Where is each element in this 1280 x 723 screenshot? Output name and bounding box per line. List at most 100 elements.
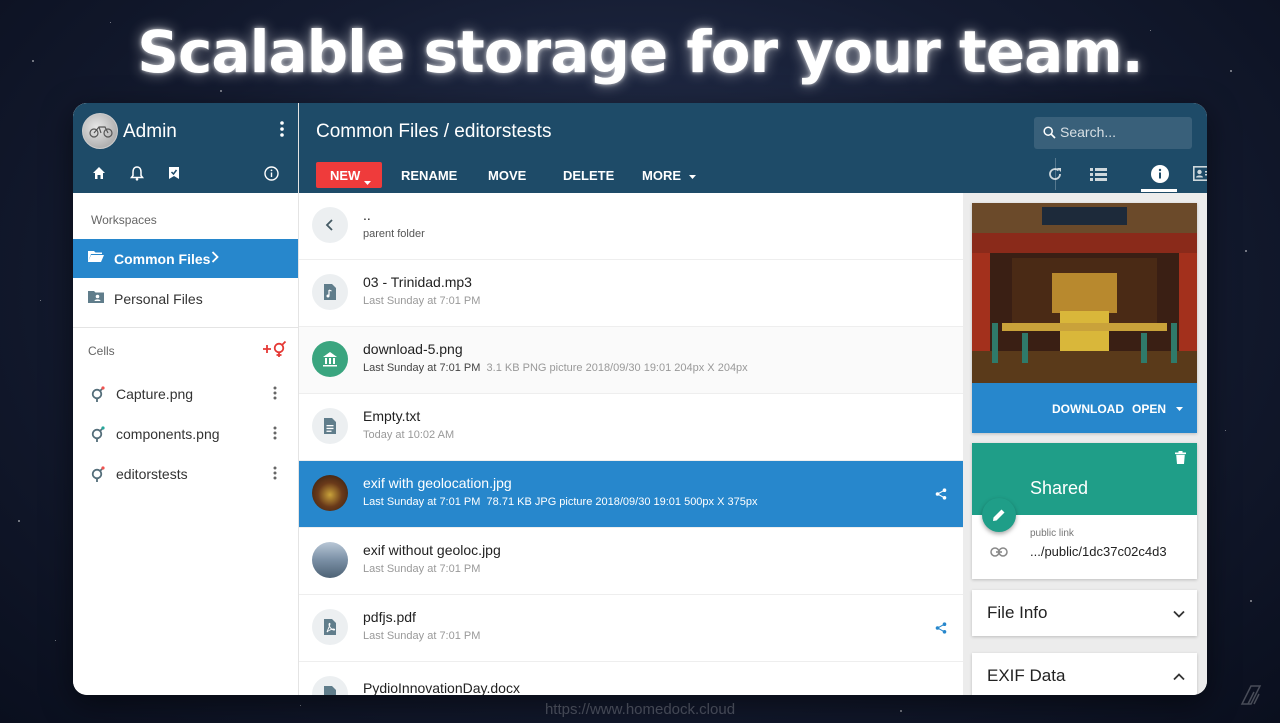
audio-file-icon — [312, 274, 348, 310]
file-row[interactable]: 03 - Trinidad.mp3 Last Sunday at 7:01 PM — [299, 260, 963, 327]
file-info-accordion[interactable]: File Info — [972, 590, 1197, 636]
cell-icon — [90, 465, 106, 486]
workspace-label: Personal Files — [114, 291, 203, 307]
home-icon[interactable] — [92, 166, 106, 185]
file-row[interactable]: Empty.txt Today at 10:02 AM — [299, 394, 963, 461]
share-icon[interactable] — [935, 621, 947, 639]
contact-card-icon[interactable] — [1193, 166, 1207, 186]
file-details: 78.71 KB JPG picture 2018/09/30 19:01 50… — [486, 496, 758, 508]
search-input[interactable] — [1060, 124, 1184, 140]
open-button[interactable]: OPEN — [1132, 402, 1166, 416]
file-name: exif without geoloc.jpg — [363, 542, 501, 558]
file-name: .. — [363, 207, 371, 223]
details-panel: DOWNLOAD OPEN Shared public link .../pub… — [963, 193, 1207, 695]
file-row[interactable]: PydioInnovationDay.docx — [299, 662, 963, 695]
file-name: Empty.txt — [363, 408, 421, 424]
cell-label: Capture.png — [116, 386, 194, 402]
sidebar-divider — [73, 327, 298, 328]
pdf-file-icon — [312, 609, 348, 645]
file-name: pdfjs.pdf — [363, 609, 416, 625]
pencil-icon — [993, 509, 1005, 521]
footer-url: https://www.homedock.cloud — [544, 701, 736, 718]
public-link-label: public link — [1030, 528, 1074, 539]
file-row-selected[interactable]: exif with geolocation.jpg Last Sunday at… — [299, 461, 963, 528]
preview-actions: DOWNLOAD OPEN — [972, 383, 1197, 433]
file-date: Last Sunday at 7:01 PM — [363, 362, 481, 374]
file-date: Last Sunday at 7:01 PM — [363, 295, 481, 307]
cell-item[interactable]: components.png — [73, 416, 298, 452]
file-name: PydioInnovationDay.docx — [363, 680, 520, 695]
new-button[interactable]: NEW — [316, 162, 382, 188]
info-icon[interactable] — [264, 166, 279, 186]
edit-share-button[interactable] — [982, 498, 1016, 532]
workspace-common-files[interactable]: Common Files — [73, 239, 298, 278]
download-button[interactable]: DOWNLOAD — [1052, 402, 1124, 416]
active-tab-indicator — [1141, 189, 1177, 192]
palace-throne-preview — [972, 203, 1197, 383]
file-meta: Last Sunday at 7:01 PM — [363, 563, 480, 575]
more-vert-icon[interactable] — [273, 386, 277, 403]
chevron-right-icon — [211, 250, 219, 266]
file-meta: parent folder — [363, 228, 425, 240]
image-thumbnail — [312, 542, 348, 578]
more-button[interactable]: MORE — [642, 168, 696, 183]
sidebar-header: Admin — [73, 103, 298, 193]
user-menu-icon[interactable] — [280, 121, 284, 142]
headline: Scalable storage for your team. — [137, 18, 1143, 86]
bicycle-icon — [89, 126, 113, 138]
cell-label: editorstests — [116, 466, 188, 482]
bookmark-check-icon[interactable] — [168, 166, 180, 185]
folder-open-icon — [88, 250, 104, 266]
doc-file-icon — [312, 676, 348, 695]
file-date: Last Sunday at 7:01 PM — [363, 563, 481, 575]
more-button-label: MORE — [642, 168, 681, 183]
cell-item[interactable]: Capture.png — [73, 376, 298, 412]
breadcrumb: Common Files / editorstests — [316, 121, 552, 142]
chevron-up-icon — [1173, 668, 1185, 686]
search-box[interactable] — [1034, 117, 1192, 149]
exif-data-accordion[interactable]: EXIF Data — [972, 653, 1197, 695]
workspace-personal-files[interactable]: Personal Files — [73, 279, 298, 318]
toolbar-divider — [1055, 158, 1056, 190]
file-meta: Last Sunday at 7:01 PM — [363, 630, 480, 642]
list-view-icon[interactable] — [1090, 168, 1107, 186]
file-meta: Last Sunday at 7:01 PM 78.71 KB JPG pict… — [363, 496, 757, 508]
cell-icon — [90, 425, 106, 446]
shared-title: Shared — [1030, 478, 1089, 498]
workspace-label: Common Files — [114, 251, 211, 267]
back-icon — [312, 207, 348, 243]
chevron-down-icon — [1173, 605, 1185, 623]
file-details: 3.1 KB PNG picture 2018/09/30 19:01 204p… — [486, 362, 748, 374]
file-list: .. parent folder 03 - Trinidad.mp3 Last … — [299, 193, 963, 695]
file-date: Last Sunday at 7:01 PM — [363, 496, 481, 508]
cell-item[interactable]: editorstests — [73, 456, 298, 492]
parent-folder-row[interactable]: .. parent folder — [299, 193, 963, 260]
move-button[interactable]: MOVE — [488, 168, 526, 183]
file-name: download-5.png — [363, 341, 463, 357]
folder-account-icon — [88, 290, 104, 306]
file-name: 03 - Trinidad.mp3 — [363, 274, 472, 290]
delete-button[interactable]: DELETE — [563, 168, 614, 183]
add-cell-icon[interactable] — [262, 340, 288, 363]
new-button-label: NEW — [330, 168, 361, 183]
share-icon[interactable] — [935, 487, 947, 505]
brand-logo-icon — [1238, 682, 1264, 713]
text-file-icon — [312, 408, 348, 444]
file-meta: Last Sunday at 7:01 PM 3.1 KB PNG pictur… — [363, 362, 748, 374]
file-row[interactable]: pdfjs.pdf Last Sunday at 7:01 PM — [299, 595, 963, 662]
more-vert-icon[interactable] — [273, 426, 277, 443]
image-preview-card: DOWNLOAD OPEN — [972, 203, 1197, 433]
sidebar: Admin Workspaces Common Files Personal F… — [73, 103, 299, 695]
exif-data-label: EXIF Data — [987, 666, 1066, 685]
info-tab-icon[interactable] — [1151, 165, 1169, 188]
more-vert-icon[interactable] — [273, 466, 277, 483]
rename-button[interactable]: RENAME — [401, 168, 457, 183]
file-date: Today at 10:02 AM — [363, 429, 455, 441]
public-link-value[interactable]: .../public/1dc37c02c4d3 — [1030, 544, 1167, 559]
caret-down-icon — [688, 174, 696, 179]
file-row[interactable]: exif without geoloc.jpg Last Sunday at 7… — [299, 528, 963, 595]
trash-icon[interactable] — [1175, 451, 1186, 469]
avatar[interactable] — [82, 113, 118, 149]
bell-icon[interactable] — [130, 166, 144, 186]
file-row[interactable]: download-5.png Last Sunday at 7:01 PM 3.… — [299, 327, 963, 394]
